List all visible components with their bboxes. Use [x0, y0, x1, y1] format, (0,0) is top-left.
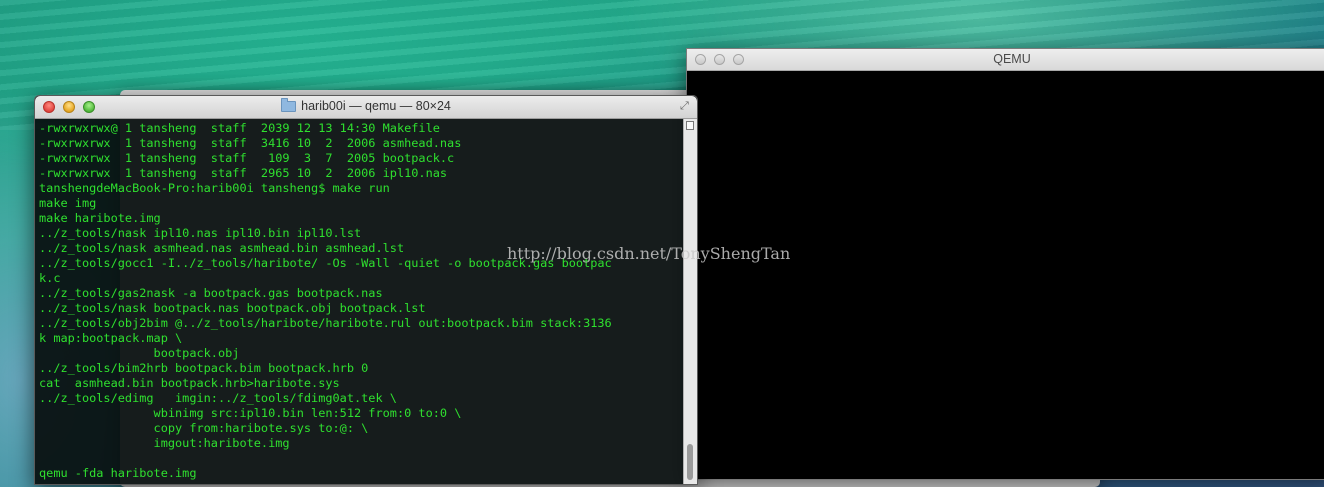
- terminal-line: make img: [39, 196, 97, 210]
- watermark: http://blog.csdn.net/TonyShengTan: [507, 244, 791, 263]
- terminal-line: wbinimg src:ipl10.bin len:512 from:0 to:…: [39, 406, 462, 420]
- terminal-output[interactable]: -rwxrwxrwx@ 1 tansheng staff 2039 12 13 …: [35, 119, 684, 484]
- terminal-window[interactable]: harib00i — qemu — 80×24 ⤢ -rwxrwxrwx@ 1 …: [34, 95, 698, 485]
- terminal-line: ../z_tools/edimg imgin:../z_tools/fdimg0…: [39, 391, 397, 405]
- qemu-display[interactable]: [687, 71, 1324, 479]
- terminal-line: -rwxrwxrwx@ 1 tansheng staff 2039 12 13 …: [39, 121, 440, 135]
- terminal-line: copy from:haribote.sys to:@: \: [39, 421, 369, 435]
- terminal-line: ../z_tools/gas2nask -a bootpack.gas boot…: [39, 286, 383, 300]
- terminal-line: ../z_tools/obj2bim @../z_tools/haribote/…: [39, 316, 612, 330]
- terminal-line: bootpack.obj: [39, 346, 240, 360]
- terminal-line: -rwxrwxrwx 1 tansheng staff 3416 10 2 20…: [39, 136, 462, 150]
- terminal-title: harib00i — qemu — 80×24: [35, 97, 697, 113]
- terminal-titlebar[interactable]: harib00i — qemu — 80×24 ⤢: [35, 96, 697, 119]
- terminal-line: imgout:haribote.img: [39, 436, 290, 450]
- terminal-line: qemu -fda haribote.img: [39, 466, 197, 480]
- terminal-title-text: harib00i — qemu — 80×24: [301, 99, 451, 113]
- terminal-line: -rwxrwxrwx 1 tansheng staff 109 3 7 2005…: [39, 151, 455, 165]
- terminal-line: -rwxrwxrwx 1 tansheng staff 2965 10 2 20…: [39, 166, 448, 180]
- split-pane-icon[interactable]: [686, 121, 694, 130]
- terminal-line: k map:bootpack.map \: [39, 331, 183, 345]
- terminal-scrollbar[interactable]: [683, 119, 697, 484]
- terminal-line: cat asmhead.bin bootpack.hrb>haribote.sy…: [39, 376, 340, 390]
- qemu-titlebar[interactable]: QEMU: [687, 49, 1324, 71]
- folder-icon: [281, 97, 297, 112]
- terminal-line: ../z_tools/nask bootpack.nas bootpack.ob…: [39, 301, 426, 315]
- fullscreen-icon[interactable]: ⤢: [680, 100, 692, 112]
- qemu-window[interactable]: QEMU: [686, 48, 1324, 480]
- scrollbar-thumb[interactable]: [687, 444, 693, 480]
- terminal-line: make haribote.img: [39, 211, 161, 225]
- qemu-window-title: QEMU: [993, 52, 1031, 66]
- terminal-line: ../z_tools/bim2hrb bootpack.bim bootpack…: [39, 361, 369, 375]
- terminal-line: tanshengdeMacBook-Pro:harib00i tansheng$…: [39, 181, 390, 195]
- terminal-line: k.c: [39, 271, 61, 285]
- terminal-line: ../z_tools/nask ipl10.nas ipl10.bin ipl1…: [39, 226, 362, 240]
